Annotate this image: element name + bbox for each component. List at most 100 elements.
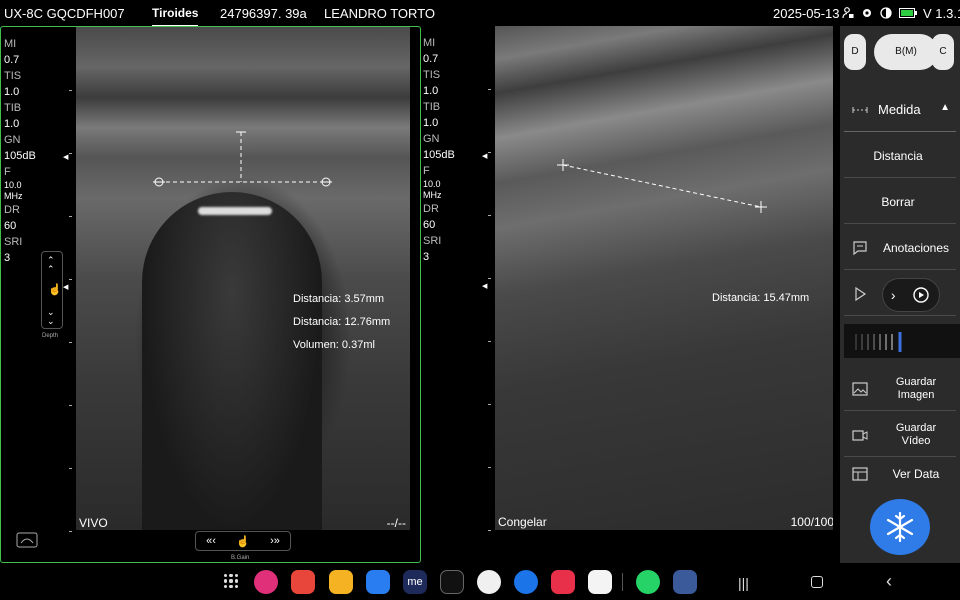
version-label: V 1.3.1 <box>923 6 960 21</box>
taskbar: me ||| ‹ <box>0 563 960 600</box>
clear-button[interactable]: Borrar <box>844 180 956 224</box>
tgc-strip[interactable] <box>844 324 960 358</box>
measure-overlay <box>153 131 332 187</box>
left-image-panel[interactable]: MI 0.7 TIS 1.0 TIB 1.0 GN 105dB F 10.0 M… <box>0 26 421 563</box>
annotations-button[interactable]: Anotaciones <box>844 226 956 270</box>
chevron-right-icon[interactable]: › <box>891 287 896 303</box>
back-icon[interactable]: ‹ <box>886 571 892 592</box>
mode-c-button[interactable]: C <box>932 34 954 70</box>
tis-value: 1.0 <box>423 85 439 97</box>
date-label: 2025-05-13 <box>773 6 840 21</box>
tis-label: TIS <box>4 70 22 82</box>
sri-label: SRI <box>423 235 442 247</box>
mode-bm-button[interactable]: B(M) <box>874 34 938 70</box>
view-data-button[interactable]: Ver Data <box>844 459 956 489</box>
dock-divider <box>622 573 623 591</box>
mode-d-button[interactable]: D <box>844 34 866 70</box>
f-label: F <box>4 166 11 178</box>
measure-2-label: Distancia: 12.76mm <box>293 316 391 328</box>
home-icon[interactable] <box>811 576 823 588</box>
annotations-label: Anotaciones <box>882 240 950 255</box>
bgain-decrease-icon[interactable]: «‹ <box>206 535 216 547</box>
caret-up-icon: ▲ <box>940 102 950 113</box>
app-drawer-icon[interactable] <box>224 574 238 588</box>
f-unit: MHz <box>4 191 23 201</box>
me-app-icon[interactable]: me <box>403 570 427 594</box>
gemini-app-icon[interactable] <box>477 570 501 594</box>
settings-app-icon[interactable] <box>673 570 697 594</box>
ultrasound-image-right[interactable]: Distancia: 15.47mm Congelar 100/100 <box>495 26 833 530</box>
gear-icon[interactable] <box>861 7 873 19</box>
recent-apps-icon[interactable]: ||| <box>738 575 749 591</box>
lock-person-icon <box>842 7 854 19</box>
mi-value: 0.7 <box>423 53 439 65</box>
freeze-button[interactable] <box>870 499 930 555</box>
focus-marker-icon: ◀ <box>63 284 69 291</box>
save-video-label: Guardar Vídeo <box>895 421 937 447</box>
volume-label: Volumen: 0.37ml <box>293 339 375 351</box>
image-icon <box>852 382 868 396</box>
bgain-control[interactable]: «‹ ☝ ›» <box>195 531 291 551</box>
butterfly-app-icon[interactable] <box>366 570 390 594</box>
mi-label: MI <box>4 38 17 50</box>
table-icon <box>852 467 868 481</box>
ultrasound-image-left[interactable]: Distancia: 3.57mm Distancia: 12.76mm Vol… <box>76 27 410 530</box>
tis-value: 1.0 <box>4 86 20 98</box>
sri-value: 3 <box>4 252 11 264</box>
dr-label: DR <box>423 203 439 215</box>
tib-label: TIB <box>423 101 441 113</box>
save-image-label: Guardar Imagen <box>895 375 937 401</box>
cine-counter: 100/100 <box>790 515 833 529</box>
measure-1-label: Distancia: 3.57mm <box>293 293 385 305</box>
right-params: MI 0.7 TIS 1.0 TIB 1.0 GN 105dB F 10.0 M… <box>423 35 455 265</box>
snowflake-icon <box>886 511 914 543</box>
play-store-app-icon[interactable] <box>588 570 612 594</box>
focus-marker-icon: ◀ <box>63 154 69 161</box>
control-panel: D B(M) C Medida ▲ Distancia Borrar Anota… <box>840 26 960 563</box>
play-icon <box>855 286 867 302</box>
ruler-icon <box>852 107 868 113</box>
exam-tab[interactable]: Tiroides <box>152 6 199 27</box>
sri-label: SRI <box>4 236 23 248</box>
view-data-label: Ver Data <box>892 467 940 481</box>
patient-name: LEANDRO TORTO <box>324 6 436 21</box>
hand-icon: ☝ <box>236 535 250 548</box>
probe-label: UX-8C GQCDFH007 <box>4 6 125 21</box>
gn-value: 105dB <box>423 149 455 161</box>
f-value: 10.0 <box>4 180 22 190</box>
depth-down-icon[interactable]: ⌄ ⌄ <box>47 308 55 326</box>
tib-label: TIB <box>4 102 22 114</box>
camera-app-icon[interactable] <box>551 570 575 594</box>
f-value: 10.0 <box>423 179 441 189</box>
bgain-label: B.Gain <box>231 555 250 561</box>
f-unit: MHz <box>423 190 442 200</box>
tib-value: 1.0 <box>4 118 20 130</box>
f-label: F <box>423 165 430 177</box>
bgain-increase-icon[interactable]: ›» <box>270 535 280 547</box>
depth-up-icon[interactable]: ⌃ ⌃ <box>47 256 55 274</box>
measure-header[interactable]: Medida ▲ <box>844 88 956 132</box>
left-params: MI 0.7 TIS 1.0 TIB 1.0 GN 105dB F 10.0 M… <box>4 36 36 266</box>
gn-label: GN <box>4 134 21 146</box>
save-video-button[interactable]: Guardar Vídeo <box>844 413 956 457</box>
tool-app-icon[interactable] <box>440 570 464 594</box>
folder-app-icon[interactable] <box>329 570 353 594</box>
dr-value: 60 <box>4 220 17 232</box>
notes-app-icon[interactable] <box>291 570 315 594</box>
measure-overlay <box>557 159 767 213</box>
whatsapp-app-icon[interactable] <box>636 570 660 594</box>
contrast-icon[interactable] <box>880 7 892 19</box>
flower-app-icon[interactable] <box>254 570 278 594</box>
patient-id: 24796397. 39a <box>220 6 307 21</box>
messages-app-icon[interactable] <box>514 570 538 594</box>
focus-marker-icon: ◀ <box>482 283 488 290</box>
probe-icon[interactable] <box>16 532 38 548</box>
tis-label: TIS <box>423 69 441 81</box>
mi-value: 0.7 <box>4 54 20 66</box>
distance-button[interactable]: Distancia <box>844 134 956 178</box>
floating-toggle[interactable]: › <box>882 278 940 312</box>
replay-icon[interactable] <box>911 285 931 305</box>
gn-value: 105dB <box>4 150 36 162</box>
live-status: VIVO <box>79 516 108 530</box>
save-image-button[interactable]: Guardar Imagen <box>844 367 956 411</box>
